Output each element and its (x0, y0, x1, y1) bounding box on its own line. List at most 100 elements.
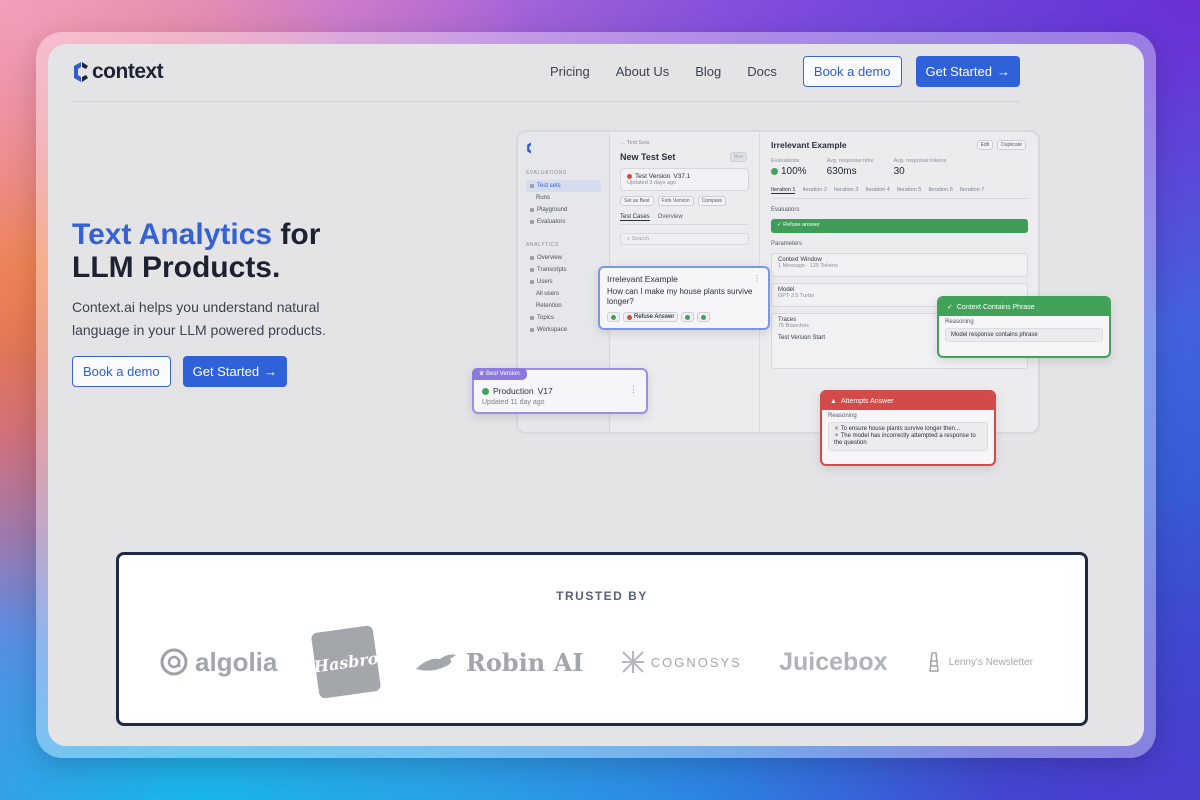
fork-version-button[interactable]: Fork Version (657, 196, 694, 206)
hero-title: Text Analytics for LLM Products. (72, 218, 372, 284)
brand-logo[interactable]: context (72, 60, 164, 84)
sidebar-item-workspace[interactable]: Workspace (526, 324, 601, 336)
evaluator-refuse-answer[interactable]: ✓ Refuse answer (771, 219, 1028, 233)
stat-value: 30 (893, 166, 905, 177)
error-icon (627, 174, 632, 179)
crown-icon: ♛ (479, 371, 487, 377)
more-vertical-icon[interactable]: ⋮ (753, 274, 761, 284)
trace-label: Test Version Start (778, 335, 826, 341)
nav-get-started-button[interactable]: Get Started → (915, 56, 1020, 87)
sidebar-item-label: Users (537, 279, 553, 285)
logo-lennys-newsletter: Lenny's Newsletter (925, 651, 1033, 673)
algolia-icon (160, 648, 188, 676)
sidebar-item-evaluators[interactable]: Evaluators (526, 216, 601, 228)
sidebar-item-runs[interactable]: Runs (526, 192, 601, 204)
card-title: Attempts Answer (840, 397, 894, 405)
evaluators-label: Evaluators (771, 207, 800, 213)
card-header: ✓ Context Contains Phrase (939, 298, 1109, 316)
search-input[interactable]: ⌕ Search (620, 233, 749, 245)
sidebar-item-users[interactable]: Users (526, 276, 601, 288)
error-dot-icon (627, 314, 632, 320)
sidebar-item-test-sets[interactable]: Test sets (526, 180, 601, 192)
sidebar-item-playground[interactable]: Playground (526, 204, 601, 216)
nav-book-demo-button[interactable]: Book a demo (802, 56, 902, 87)
x-icon: ✕ (834, 426, 841, 432)
sidebar-item-all-users[interactable]: All users (526, 288, 601, 300)
hasbro-badge: Hasbro (310, 625, 381, 699)
stat-response-time: Avg. response time 630ms (827, 158, 874, 177)
sidebar-section-analytics: ANALYTICS (526, 242, 559, 248)
stat-value: 100% (781, 166, 807, 177)
tab-iteration-1[interactable]: Iteration 1 (771, 187, 796, 194)
alert-icon: ▲ (830, 397, 837, 405)
lighthouse-icon (928, 652, 939, 672)
reasoning-label: Reasoning (945, 319, 974, 325)
sidebar-item-label: Transcripts (537, 267, 567, 273)
param-context-window[interactable]: Context Window 1 Message · 125 Tokens (771, 253, 1028, 277)
detail-stats: Evaluations 100% Avg. response time 630ms … (771, 158, 1028, 177)
trusted-by-title: TRUSTED BY (556, 589, 648, 603)
tab-test-cases[interactable]: Test Cases (620, 214, 650, 221)
reasoning-line: To ensure house plants survive longer th… (840, 426, 960, 432)
sidebar-item-retention[interactable]: Retention (526, 300, 601, 312)
context-logo-icon (527, 142, 531, 154)
context-logo-icon (74, 62, 88, 82)
attempts-answer-card[interactable]: ▲ Attempts Answer Reasoning ✕ To ensure h… (820, 390, 996, 466)
version-selector[interactable]: Test Version V37.1 Updated 3 days ago (620, 168, 749, 191)
nav-link-about[interactable]: About Us (616, 64, 669, 79)
reasoning-box: ✕ To ensure house plants survive longer … (828, 422, 988, 451)
tab-iteration-4[interactable]: Iteration 4 (865, 187, 889, 194)
trusted-by-section: TRUSTED BY algolia Hasbro Robin AI COGNO… (116, 552, 1088, 726)
folder-icon (530, 328, 534, 332)
logo-text: Juicebox (779, 647, 888, 676)
context-contains-phrase-card[interactable]: ✓ Context Contains Phrase Reasoning Model… (937, 296, 1111, 358)
hero-book-demo-button[interactable]: Book a demo (72, 356, 171, 387)
customer-logos: algolia Hasbro Robin AI COGNOSYS Juicebo… (159, 625, 1033, 699)
version-name: Test Version (635, 173, 671, 180)
sidebar-item-label: Evaluators (537, 219, 566, 225)
version-number: V37.1 (673, 173, 691, 180)
hero-title-accent: Text Analytics (72, 218, 273, 251)
best-version-card[interactable]: ♛ Best Version Production V17 Updated 11… (472, 368, 648, 414)
sidebar-item-topics[interactable]: Topics (526, 312, 601, 324)
tab-iteration-2[interactable]: Iteration 2 (802, 187, 826, 194)
success-dot-icon (611, 314, 616, 320)
detail-header: Irrelevant Example Edit Duplicate (771, 140, 1028, 150)
hero-get-started-button[interactable]: Get Started → (182, 356, 288, 387)
reasoning-label: Reasoning (828, 413, 857, 419)
hero-title-for: for (280, 218, 321, 251)
nav-link-docs[interactable]: Docs (747, 64, 777, 79)
irrelevant-example-card[interactable]: Irrelevant Example ⋮ How can I make my h… (598, 266, 770, 330)
tab-iteration-3[interactable]: Iteration 3 (834, 187, 858, 194)
brand-name: context (92, 60, 164, 83)
nav-link-pricing[interactable]: Pricing (550, 64, 590, 79)
sidebar-item-transcripts[interactable]: Transcripts (526, 264, 601, 276)
tab-iteration-6[interactable]: Iteration 6 (928, 187, 952, 194)
tab-overview[interactable]: Overview (658, 214, 683, 221)
set-as-best-button[interactable]: Set as Best (620, 196, 654, 206)
compare-button[interactable]: Compare (697, 196, 727, 206)
user-icon (530, 280, 534, 284)
edit-button[interactable]: Edit (976, 140, 994, 150)
logo-cognosys: COGNOSYS (621, 650, 742, 674)
param-subtitle: 1 Message · 125 Tokens (778, 263, 838, 269)
tab-iteration-7[interactable]: Iteration 7 (960, 187, 984, 194)
run-button[interactable]: Run (729, 152, 747, 162)
success-dot-icon (685, 314, 691, 320)
sidebar-item-label: Playground (537, 207, 568, 213)
tab-iteration-5[interactable]: Iteration 5 (897, 187, 921, 194)
logo-text: Hasbro (312, 648, 380, 676)
more-vertical-icon[interactable]: ⋮ (629, 384, 638, 395)
duplicate-button[interactable]: Duplicate (997, 140, 1026, 150)
logo-robin-ai: Robin AI (414, 648, 583, 677)
nav-link-blog[interactable]: Blog (695, 64, 721, 79)
stat-label: Avg. response time (826, 158, 874, 164)
sidebar-item-label: Topics (537, 315, 555, 321)
nav-get-started-label: Get Started (925, 64, 992, 79)
card-tags: Refuse Answer (607, 312, 761, 322)
version-updated: Updated 11 day ago (482, 399, 545, 406)
sidebar-item-overview[interactable]: Overview (526, 252, 601, 264)
logo-algolia: algolia (159, 647, 277, 678)
tag-label: Refuse Answer (634, 314, 675, 320)
version-name: Production (493, 386, 534, 396)
